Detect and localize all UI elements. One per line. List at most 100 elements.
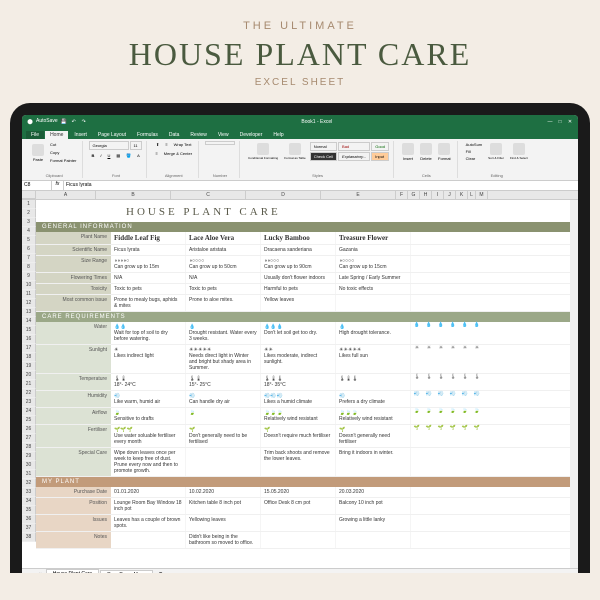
icon-placeholder[interactable]: 🍃 bbox=[447, 408, 459, 424]
row-header-5[interactable]: 5 bbox=[22, 236, 36, 245]
cell[interactable] bbox=[336, 295, 411, 311]
icon-placeholder[interactable]: 🌡 bbox=[435, 374, 447, 390]
col-header-F[interactable]: F bbox=[396, 191, 408, 199]
cell[interactable]: N/A bbox=[111, 273, 186, 283]
icon-placeholder[interactable]: 💧 bbox=[471, 322, 483, 344]
style-normal[interactable]: Normal bbox=[310, 142, 337, 151]
icon-placeholder[interactable]: ☀ bbox=[447, 345, 459, 373]
cell[interactable]: 💨Prefers a dry climate bbox=[336, 391, 411, 407]
find-select-button[interactable]: Find & Select bbox=[508, 141, 530, 162]
cell[interactable]: Wipe down leaves once per week to keep f… bbox=[111, 448, 186, 476]
grid[interactable]: HOUSE PLANT CAREGENERAL INFORMATIONPlant… bbox=[36, 200, 570, 568]
cell[interactable]: 🌡🌡🌡 bbox=[336, 374, 411, 390]
row-header-8[interactable]: 8 bbox=[22, 263, 36, 272]
style-explanatory[interactable]: Explanatory... bbox=[338, 152, 370, 161]
cell[interactable]: 🌡🌡18°- 24°C bbox=[111, 374, 186, 390]
close-icon[interactable]: ✕ bbox=[566, 118, 574, 126]
cell[interactable]: 💨💨💨Likes a humid climate bbox=[261, 391, 336, 407]
row-header-18[interactable]: 18 bbox=[22, 353, 36, 362]
cell[interactable]: Yellowing leaves bbox=[186, 515, 261, 531]
italic-button[interactable]: I bbox=[98, 152, 103, 159]
cell[interactable]: Balcony 10 inch pot bbox=[336, 498, 411, 514]
cell[interactable]: Trim back shoots and remove the lower le… bbox=[261, 448, 336, 476]
row-header-38[interactable]: 38 bbox=[22, 533, 36, 542]
row-header-2[interactable]: 2 bbox=[22, 209, 36, 218]
icon-placeholder[interactable]: 🌡 bbox=[471, 374, 483, 390]
row-header-25[interactable]: 25 bbox=[22, 416, 36, 425]
row-header-3[interactable]: 3 bbox=[22, 218, 36, 227]
cell[interactable]: ◑◑○○○Can grow up to 90cm bbox=[261, 256, 336, 272]
cell[interactable]: 🌱Doesn't generally need fertiliser bbox=[336, 425, 411, 447]
cell[interactable]: 🍃Sensitive to drafts bbox=[111, 408, 186, 424]
row-header-14[interactable]: 14 bbox=[22, 317, 36, 326]
fill-button[interactable]: Fill bbox=[464, 148, 484, 155]
col-header-B[interactable]: B bbox=[96, 191, 171, 199]
cell[interactable]: ☀☀☀☀☀Needs direct light in Winter and br… bbox=[186, 345, 261, 373]
format-cells-button[interactable]: Format bbox=[436, 141, 453, 163]
sort-filter-button[interactable]: Sort & Filter bbox=[486, 141, 506, 162]
paste-button[interactable]: Paste bbox=[30, 142, 46, 164]
row-header-35[interactable]: 35 bbox=[22, 506, 36, 515]
sheet-tab-house-plant-care[interactable]: House Plant Care bbox=[46, 569, 99, 573]
cell[interactable]: ◑○○○○Can grow up to 50cm bbox=[186, 256, 261, 272]
icon-placeholder[interactable]: 🌡 bbox=[447, 374, 459, 390]
style-good[interactable]: Good bbox=[371, 142, 389, 151]
autosum-button[interactable]: AutoSum bbox=[464, 141, 484, 148]
ribbon-tab-home[interactable]: Home bbox=[45, 131, 68, 139]
icon-placeholder[interactable]: 💧 bbox=[447, 322, 459, 344]
icon-placeholder[interactable]: 🍃 bbox=[471, 408, 483, 424]
cell[interactable]: Gazania bbox=[336, 245, 411, 255]
row-header-10[interactable]: 10 bbox=[22, 281, 36, 290]
maximize-icon[interactable]: □ bbox=[556, 118, 564, 126]
col-header-M[interactable]: M bbox=[476, 191, 488, 199]
ribbon-tab-review[interactable]: Review bbox=[185, 131, 211, 139]
cell[interactable]: Aristaloe aristata bbox=[186, 245, 261, 255]
row-header-17[interactable]: 17 bbox=[22, 344, 36, 353]
font-color-button[interactable]: A bbox=[135, 152, 142, 159]
select-all-corner[interactable] bbox=[22, 191, 36, 199]
style-checkcell[interactable]: Check Cell bbox=[310, 152, 337, 161]
font-size-select[interactable]: 11 bbox=[130, 141, 142, 150]
cell[interactable]: 🌱Doesn't require much fertiliser bbox=[261, 425, 336, 447]
sheet-area[interactable]: 1234567891011121314151617181920212223242… bbox=[22, 200, 578, 568]
cell[interactable]: Lace Aloe Vera bbox=[186, 232, 261, 244]
cell[interactable]: Bring it indoors in winter. bbox=[336, 448, 411, 476]
cell[interactable]: 💧Drought resistant. Water every 3 weeks. bbox=[186, 322, 261, 344]
sheet-nav-prev[interactable]: ◀ bbox=[36, 572, 40, 574]
cell[interactable]: Kitchen table 8 inch pot bbox=[186, 498, 261, 514]
cell[interactable]: 🌡🌡🌡18°- 35°C bbox=[261, 374, 336, 390]
align-middle-button[interactable]: ≡ bbox=[163, 141, 169, 148]
row-header-27[interactable]: 27 bbox=[22, 434, 36, 443]
icon-placeholder[interactable]: 🌡 bbox=[459, 374, 471, 390]
col-header-I[interactable]: I bbox=[432, 191, 444, 199]
cell[interactable]: N/A bbox=[186, 273, 261, 283]
icon-placeholder[interactable]: 🍃 bbox=[423, 408, 435, 424]
cell[interactable] bbox=[186, 448, 261, 476]
cell[interactable]: Leaves has a couple of brown spots. bbox=[111, 515, 186, 531]
col-header-C[interactable]: C bbox=[171, 191, 246, 199]
format-table-button[interactable]: Format as Table bbox=[282, 141, 307, 162]
icon-placeholder[interactable]: 💧 bbox=[411, 322, 423, 344]
cell[interactable]: Growing a little lanky bbox=[336, 515, 411, 531]
icon-placeholder[interactable]: 💨 bbox=[471, 391, 483, 407]
cell[interactable]: ◑◑◑◑○Can grow up to 15m bbox=[111, 256, 186, 272]
row-header-30[interactable]: 30 bbox=[22, 461, 36, 470]
cell[interactable]: Late Spring / Early Summer bbox=[336, 273, 411, 283]
col-header-L[interactable]: L bbox=[468, 191, 476, 199]
icon-placeholder[interactable]: 🌡 bbox=[411, 374, 423, 390]
cell[interactable] bbox=[336, 532, 411, 548]
fill-color-button[interactable]: 🪣 bbox=[124, 152, 133, 159]
cell[interactable]: 20.03.2020 bbox=[336, 487, 411, 497]
cell[interactable]: 💧High drought tolerance. bbox=[336, 322, 411, 344]
col-header-J[interactable]: J bbox=[444, 191, 456, 199]
border-button[interactable]: ▦ bbox=[114, 152, 122, 159]
cell[interactable]: Harmful to pets bbox=[261, 284, 336, 294]
row-header-11[interactable]: 11 bbox=[22, 290, 36, 299]
cell[interactable]: ☀Likes indirect light bbox=[111, 345, 186, 373]
icon-placeholder[interactable]: ☀ bbox=[411, 345, 423, 373]
row-header-33[interactable]: 33 bbox=[22, 488, 36, 497]
row-header-34[interactable]: 34 bbox=[22, 497, 36, 506]
icon-placeholder[interactable]: ☀ bbox=[459, 345, 471, 373]
save-icon[interactable]: 💾 bbox=[60, 118, 68, 126]
cell[interactable]: ☀☀☀☀☀Likes full sun bbox=[336, 345, 411, 373]
